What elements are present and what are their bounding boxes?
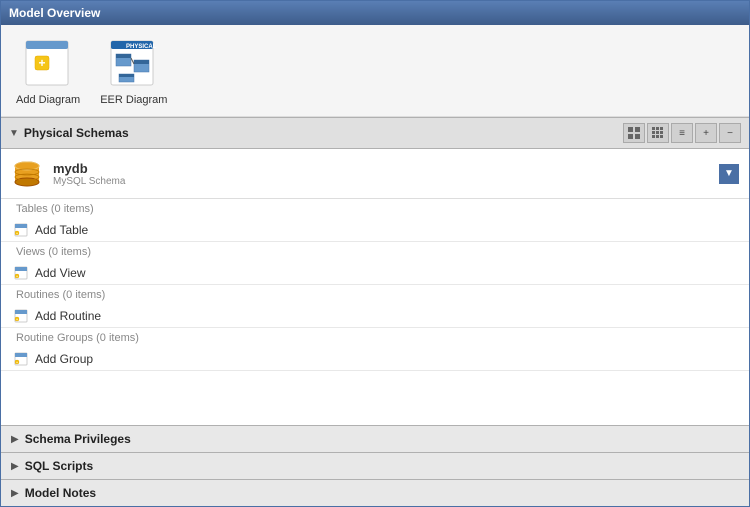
add-diagram-icon: + [18, 35, 78, 90]
tables-header: Tables (0 items) [1, 199, 749, 219]
physical-schemas-header: ▼ Physical Schemas [1, 117, 749, 149]
schema-name: mydb [53, 161, 125, 176]
schema-row[interactable]: mydb MySQL Schema ▼ [1, 149, 749, 199]
tables-label: Tables [16, 203, 48, 215]
tables-section: Tables (0 items) + Add Table [1, 199, 749, 242]
add-diagram-label: Add Diagram [16, 94, 80, 106]
sql-scripts-section[interactable]: ▶ SQL Scripts [1, 452, 749, 479]
db-icon [11, 158, 43, 190]
schema-subtitle: MySQL Schema [53, 176, 125, 187]
add-group-label: Add Group [35, 352, 93, 366]
schema-privileges-section[interactable]: ▶ Schema Privileges [1, 425, 749, 452]
content-area: Tables (0 items) + Add Table [1, 199, 749, 425]
add-diagram-item[interactable]: + Add Diagram [16, 35, 80, 106]
add-group-row[interactable]: + Add Group [1, 348, 749, 370]
routine-groups-count: (0 items) [96, 332, 139, 344]
routines-header: Routines (0 items) [1, 285, 749, 305]
title-bar: Model Overview [1, 1, 749, 25]
schema-dropdown-btn[interactable]: ▼ [719, 164, 739, 184]
schema-header-buttons: ≡ + − [623, 123, 741, 143]
grid-large-btn[interactable] [647, 123, 669, 143]
views-header: Views (0 items) [1, 242, 749, 262]
main-content: + Add Diagram PHYSICAL [1, 25, 749, 506]
schema-privileges-triangle: ▶ [11, 434, 19, 445]
routines-count: (0 items) [62, 289, 105, 301]
list-view-btn[interactable]: ≡ [671, 123, 693, 143]
eer-diagram-icon: PHYSICAL [104, 35, 164, 90]
routine-groups-section: Routine Groups (0 items) + Add Group [1, 328, 749, 371]
eer-diagram-item[interactable]: PHYSICAL EER Diagram [100, 35, 167, 106]
add-routine-icon: + [13, 308, 29, 324]
physical-schemas-label: Physical Schemas [24, 126, 129, 140]
add-routine-label: Add Routine [35, 309, 101, 323]
add-table-row[interactable]: + Add Table [1, 219, 749, 241]
svg-text:PHYSICAL: PHYSICAL [126, 44, 157, 50]
model-notes-triangle: ▶ [11, 488, 19, 499]
title-bar-label: Model Overview [9, 6, 100, 20]
svg-text:+: + [38, 56, 45, 70]
sql-scripts-label: SQL Scripts [25, 459, 93, 473]
add-table-label: Add Table [35, 223, 88, 237]
views-count: (0 items) [48, 246, 91, 258]
routine-groups-header: Routine Groups (0 items) [1, 328, 749, 348]
grid-small-btn[interactable] [623, 123, 645, 143]
sql-scripts-triangle: ▶ [11, 461, 19, 472]
schema-row-right: ▼ [719, 164, 739, 184]
schema-privileges-label: Schema Privileges [25, 432, 131, 446]
add-group-icon: + [13, 351, 29, 367]
collapse-triangle[interactable]: ▼ [9, 128, 19, 139]
model-notes-section[interactable]: ▶ Model Notes [1, 479, 749, 506]
model-notes-label: Model Notes [25, 486, 96, 500]
add-view-icon: + [13, 265, 29, 281]
tables-count: (0 items) [51, 203, 94, 215]
add-schema-btn[interactable]: + [695, 123, 717, 143]
add-view-label: Add View [35, 266, 85, 280]
views-section: Views (0 items) + Add View [1, 242, 749, 285]
views-label: Views [16, 246, 45, 258]
add-view-row[interactable]: + Add View [1, 262, 749, 284]
diagram-area: + Add Diagram PHYSICAL [1, 25, 749, 117]
schema-info: mydb MySQL Schema [53, 161, 125, 187]
routine-groups-label: Routine Groups [16, 332, 93, 344]
routines-label: Routines [16, 289, 59, 301]
routines-section: Routines (0 items) + Add Routine [1, 285, 749, 328]
model-overview-window: Model Overview + Add Diagr [0, 0, 750, 507]
remove-schema-btn[interactable]: − [719, 123, 741, 143]
add-table-icon: + [13, 222, 29, 238]
eer-diagram-label: EER Diagram [100, 94, 167, 106]
add-routine-row[interactable]: + Add Routine [1, 305, 749, 327]
